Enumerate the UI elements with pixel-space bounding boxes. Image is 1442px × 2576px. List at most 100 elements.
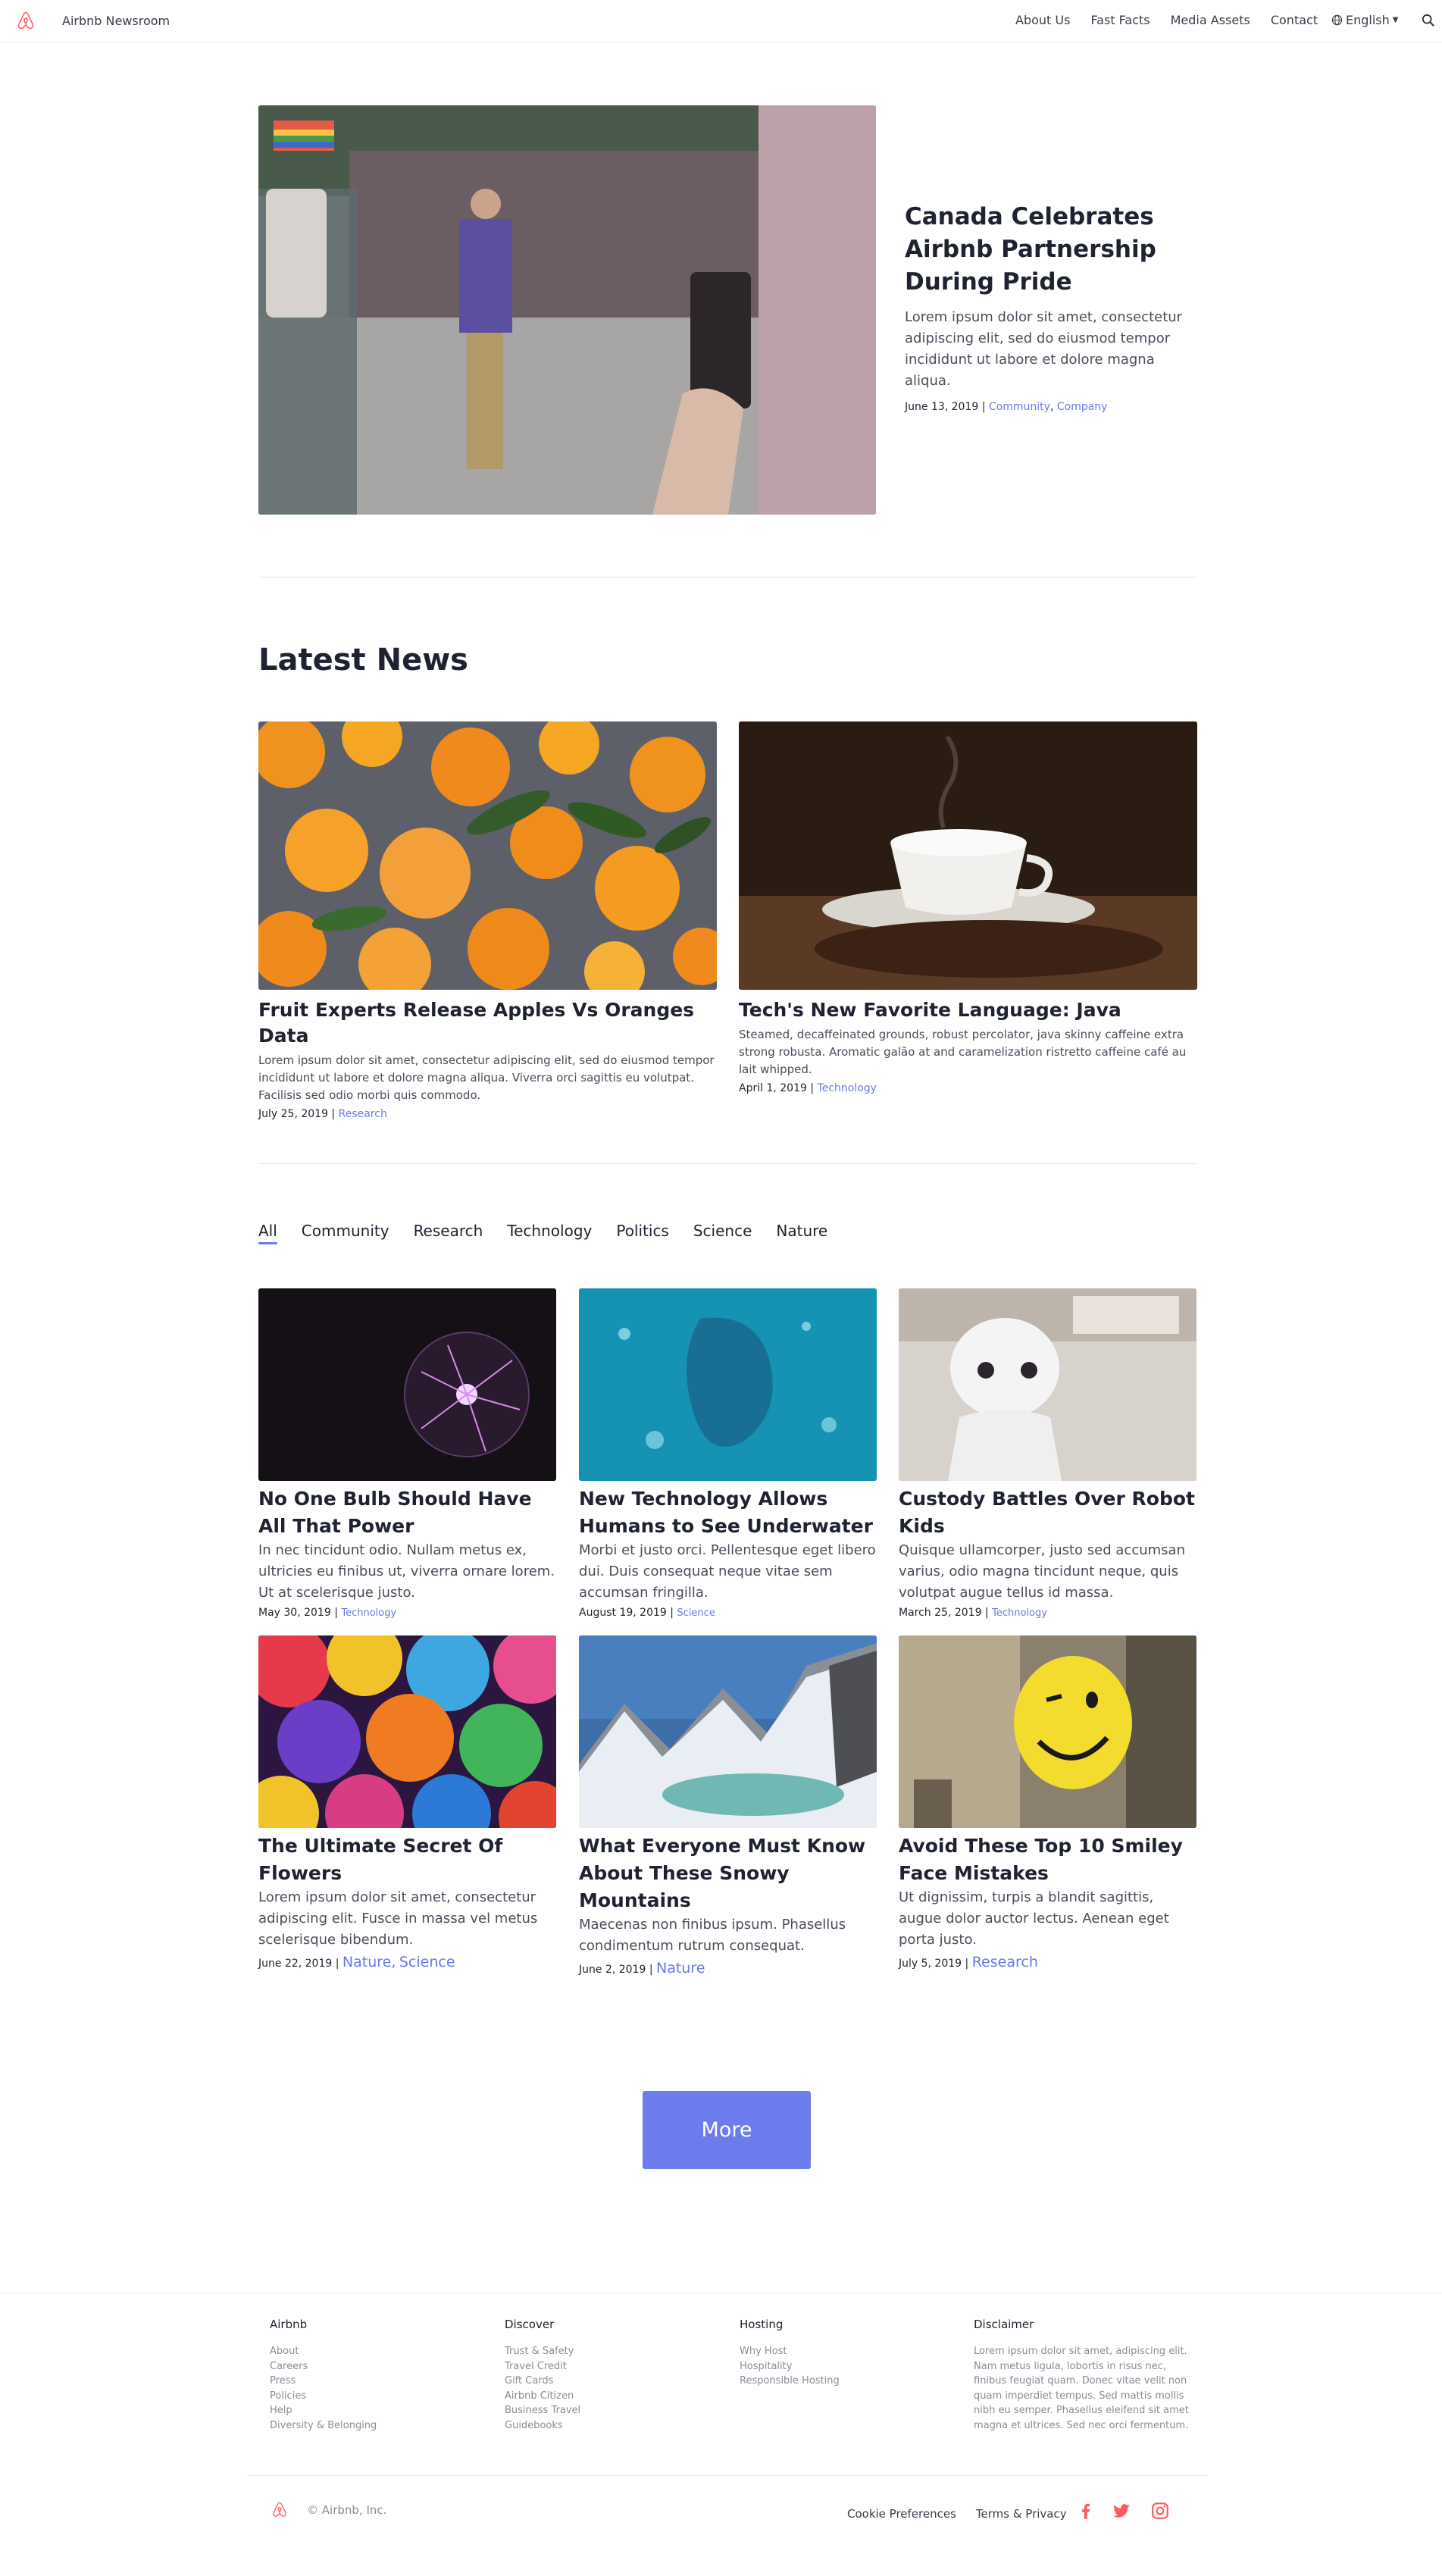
tag-technology[interactable]: Technology <box>992 1607 1047 1619</box>
latest-date: July 25, 2019 <box>258 1108 328 1120</box>
latest-excerpt: Steamed, decaffeinated grounds, robust p… <box>739 1028 1187 1076</box>
article-date: June 2, 2019 <box>579 1964 646 1976</box>
hero-excerpt: Lorem ipsum dolor sit amet, consectetur … <box>905 309 1183 389</box>
article-excerpt: In nec tincidunt odio. Nullam metus ex, … <box>258 1542 555 1601</box>
article-title[interactable]: New Technology Allows Humans to See Unde… <box>579 1485 877 1540</box>
article-excerpt: Lorem ipsum dolor sit amet, consectetur … <box>258 1889 538 1948</box>
twitter-icon[interactable] <box>1112 2501 1131 2521</box>
tag-nature[interactable]: Nature <box>343 1954 391 1970</box>
article-excerpt: Ut dignissim, turpis a blandit sagittis,… <box>899 1889 1169 1948</box>
language-dropdown[interactable]: English ▼ <box>1331 13 1398 27</box>
nav-links: About Us Fast Facts Media Assets Contact <box>1015 13 1318 27</box>
facebook-icon[interactable] <box>1076 2501 1096 2521</box>
footer-link-business-travel[interactable]: Business Travel <box>505 2403 724 2418</box>
brand-name[interactable]: Airbnb Newsroom <box>62 14 170 28</box>
tag-science[interactable]: Science <box>677 1607 715 1619</box>
tag-technology[interactable]: Technology <box>341 1607 396 1619</box>
footer-link-why-host[interactable]: Why Host <box>740 2344 959 2359</box>
tab-politics[interactable]: Politics <box>616 1222 669 1244</box>
footer-column-discover: Discover Trust & Safety Travel Credit Gi… <box>505 2318 724 2433</box>
nav-fast-facts[interactable]: Fast Facts <box>1090 13 1150 27</box>
divider <box>258 1163 1196 1164</box>
article-title[interactable]: No One Bulb Should Have All That Power <box>258 1485 556 1540</box>
hero-date: June 13, 2019 <box>905 401 979 413</box>
article-title[interactable]: Avoid These Top 10 Smiley Face Mistakes <box>899 1833 1196 1887</box>
tab-science[interactable]: Science <box>693 1222 752 1244</box>
latest-card[interactable]: Tech's New Favorite Language: Java Steam… <box>739 721 1197 1094</box>
smiley-face-image[interactable] <box>899 1635 1196 1828</box>
latest-title[interactable]: Tech's New Favorite Language: Java <box>739 997 1197 1023</box>
terms-privacy-link[interactable]: Terms & Privacy <box>976 2507 1067 2521</box>
tag-nature[interactable]: Nature <box>656 1960 705 1977</box>
article-excerpt: Morbi et justo orci. Pellentesque eget l… <box>579 1542 876 1601</box>
footer-link-careers[interactable]: Careers <box>270 2359 490 2374</box>
tag-research[interactable]: Research <box>972 1954 1038 1970</box>
tab-nature[interactable]: Nature <box>776 1222 827 1244</box>
nav-about-us[interactable]: About Us <box>1015 13 1070 27</box>
globe-icon <box>1331 14 1343 26</box>
tag-science[interactable]: Science <box>399 1954 455 1970</box>
robot-image[interactable] <box>899 1288 1196 1481</box>
flowers-image[interactable] <box>258 1635 556 1828</box>
article-meta: March 25, 2019 | Technology <box>899 1607 1047 1619</box>
footer-link-airbnb-citizen[interactable]: Airbnb Citizen <box>505 2389 724 2404</box>
footer-link-diversity[interactable]: Diversity & Belonging <box>270 2418 490 2434</box>
footer-link-hospitality[interactable]: Hospitality <box>740 2359 959 2374</box>
article-title[interactable]: Custody Battles Over Robot Kids <box>899 1485 1196 1540</box>
footer-link-gift-cards[interactable]: Gift Cards <box>505 2374 724 2389</box>
footer-legal-links: Cookie Preferences Terms & Privacy <box>847 2507 1067 2521</box>
article-card[interactable]: Custody Battles Over Robot Kids Quisque … <box>899 1288 1196 1619</box>
tag-technology[interactable]: Technology <box>818 1082 877 1094</box>
article-card[interactable]: Avoid These Top 10 Smiley Face Mistakes … <box>899 1635 1196 1970</box>
cookie-preferences-link[interactable]: Cookie Preferences <box>847 2507 956 2521</box>
more-button[interactable]: More <box>643 2091 811 2169</box>
hero-title[interactable]: Canada Celebrates Airbnb Partnership Dur… <box>905 201 1215 299</box>
nav-media-assets[interactable]: Media Assets <box>1171 13 1250 27</box>
footer-link-responsible-hosting[interactable]: Responsible Hosting <box>740 2374 959 2389</box>
tag-community[interactable]: Community <box>989 401 1050 413</box>
article-card[interactable]: No One Bulb Should Have All That Power I… <box>258 1288 556 1619</box>
oranges-image[interactable] <box>258 721 717 990</box>
hero-image[interactable] <box>258 105 876 515</box>
mountains-image[interactable] <box>579 1635 877 1828</box>
article-card[interactable]: The Ultimate Secret Of Flowers Lorem ips… <box>258 1635 556 1970</box>
article-meta: July 5, 2019 | Research <box>899 1954 1038 1970</box>
article-date: May 30, 2019 <box>258 1607 331 1619</box>
footer-link-trust-safety[interactable]: Trust & Safety <box>505 2344 724 2359</box>
footer-link-press[interactable]: Press <box>270 2374 490 2389</box>
underwater-image[interactable] <box>579 1288 877 1481</box>
footer-link-policies[interactable]: Policies <box>270 2389 490 2404</box>
footer-link-about[interactable]: About <box>270 2344 490 2359</box>
nav-contact[interactable]: Contact <box>1271 13 1318 27</box>
article-title[interactable]: The Ultimate Secret Of Flowers <box>258 1833 556 1887</box>
coffee-image[interactable] <box>739 721 1197 990</box>
airbnb-logo-icon[interactable] <box>271 2501 289 2519</box>
tag-company[interactable]: Company <box>1057 401 1108 413</box>
latest-card[interactable]: Fruit Experts Release Apples Vs Oranges … <box>258 721 717 1120</box>
tab-community[interactable]: Community <box>302 1222 389 1244</box>
hero-meta: June 13, 2019 | Community, Company <box>905 401 1108 413</box>
caret-down-icon: ▼ <box>1392 16 1399 24</box>
latest-title[interactable]: Fruit Experts Release Apples Vs Oranges … <box>258 997 717 1049</box>
article-date: August 19, 2019 <box>579 1607 667 1619</box>
search-icon[interactable] <box>1422 14 1437 29</box>
tab-technology[interactable]: Technology <box>507 1222 592 1244</box>
tag-research[interactable]: Research <box>339 1108 387 1120</box>
latest-date: April 1, 2019 <box>739 1082 807 1094</box>
tab-research[interactable]: Research <box>414 1222 483 1244</box>
language-label: English <box>1346 13 1390 27</box>
article-date: June 22, 2019 <box>258 1958 333 1970</box>
footer-link-help[interactable]: Help <box>270 2403 490 2418</box>
footer-link-travel-credit[interactable]: Travel Credit <box>505 2359 724 2374</box>
latest-news-heading: Latest News <box>258 643 468 678</box>
plasma-bulb-image[interactable] <box>258 1288 556 1481</box>
footer-link-guidebooks[interactable]: Guidebooks <box>505 2418 724 2434</box>
instagram-icon[interactable] <box>1150 2501 1170 2521</box>
article-meta: August 19, 2019 | Science <box>579 1607 715 1619</box>
article-card[interactable]: What Everyone Must Know About These Snow… <box>579 1635 877 1977</box>
airbnb-logo-icon[interactable] <box>15 11 36 32</box>
footer-column-title: Airbnb <box>270 2318 308 2331</box>
tab-all[interactable]: All <box>258 1222 277 1244</box>
article-card[interactable]: New Technology Allows Humans to See Unde… <box>579 1288 877 1619</box>
article-title[interactable]: What Everyone Must Know About These Snow… <box>579 1833 877 1914</box>
